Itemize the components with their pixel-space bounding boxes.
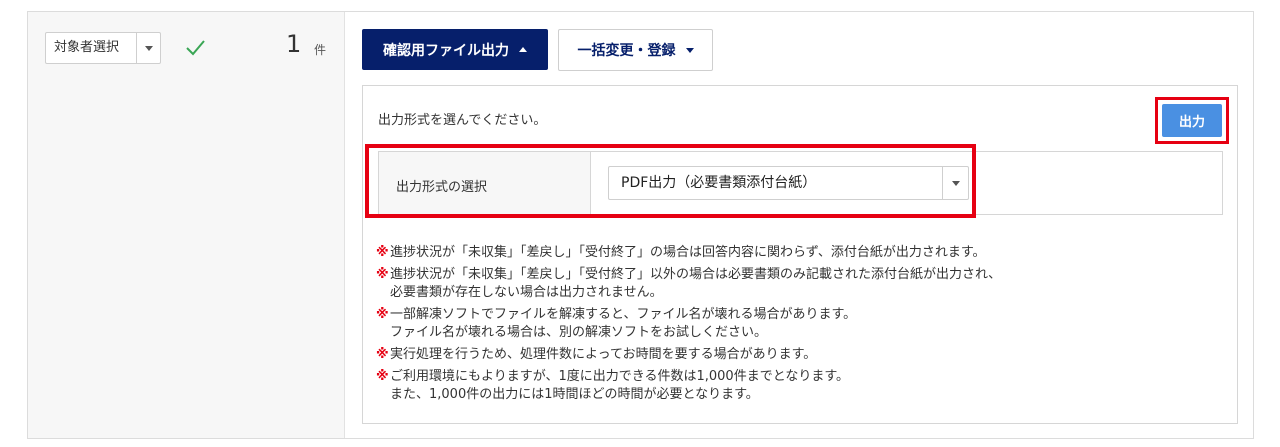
list-item: ※ 進捗状況が「未収集」「差戻し」「受付終了」の場合は回答内容に関わらず、添付台…: [376, 244, 1226, 262]
check-icon: [186, 40, 205, 56]
output-format-selected-value: PDF出力（必要書類添付台紙）: [621, 175, 817, 191]
target-row: 対象者選択 1 件 確認用ファイル出力 一括変更・登録 出力形式を選んでください…: [27, 11, 1254, 439]
note-text: 一部解凍ソフトでファイルを解凍すると、ファイル名が壊れる場合があります。 ファイ…: [390, 307, 857, 340]
output-format-select[interactable]: PDF出力（必要書類添付台紙）: [608, 166, 969, 200]
chevron-up-icon: [519, 47, 527, 52]
target-select-label: 対象者選択: [54, 40, 120, 55]
note-mark: ※: [376, 267, 389, 282]
note-text: 実行処理を行うため、処理件数によってお時間を要する場合があります。: [390, 347, 817, 362]
note-mark: ※: [376, 369, 389, 384]
output-format-panel: 出力形式を選んでください。 出力 出力形式の選択 PDF出力（必要書類添付台紙）…: [362, 85, 1238, 424]
chevron-down-icon: [942, 167, 968, 199]
bulk-change-register-label: 一括変更・登録: [577, 42, 676, 58]
note-mark: ※: [376, 307, 389, 322]
list-item: ※ 実行処理を行うため、処理件数によってお時間を要する場合があります。: [376, 346, 1226, 364]
chevron-down-icon: [685, 47, 694, 53]
list-item: ※ 進捗状況が「未収集」「差戻し」「受付終了」以外の場合は必要書類のみ記載された…: [376, 266, 1226, 302]
output-button[interactable]: 出力: [1162, 104, 1222, 137]
row-left-column: 対象者選択 1 件: [28, 12, 345, 438]
note-text: 進捗状況が「未収集」「差戻し」「受付終了」の場合は回答内容に関わらず、添付台紙が…: [390, 245, 986, 260]
confirm-file-output-label: 確認用ファイル出力: [383, 41, 509, 58]
note-text: ご利用環境にもよりますが、1度に出力できる件数は1,000件までとなります。 ま…: [390, 369, 850, 402]
panel-message: 出力形式を選んでください。: [378, 113, 547, 128]
bulk-change-register-button[interactable]: 一括変更・登録: [558, 29, 713, 71]
note-mark: ※: [376, 245, 389, 260]
notes-list: ※ 進捗状況が「未収集」「差戻し」「受付終了」の場合は回答内容に関わらず、添付台…: [376, 244, 1226, 408]
note-text: 進捗状況が「未収集」「差戻し」「受付終了」以外の場合は必要書類のみ記載された添付…: [390, 267, 1002, 300]
output-format-row: 出力形式の選択 PDF出力（必要書類添付台紙）: [365, 144, 1223, 218]
result-count-unit: 件: [314, 43, 327, 57]
output-format-label: 出力形式の選択: [396, 180, 488, 195]
target-select-dropdown[interactable]: 対象者選択: [45, 32, 161, 64]
output-format-label-cell: 出力形式の選択: [379, 152, 591, 214]
confirm-file-output-button[interactable]: 確認用ファイル出力: [362, 29, 548, 70]
note-mark: ※: [376, 347, 389, 362]
list-item: ※ 一部解凍ソフトでファイルを解凍すると、ファイル名が壊れる場合があります。 フ…: [376, 306, 1226, 342]
list-item: ※ ご利用環境にもよりますが、1度に出力できる件数は1,000件までとなります。…: [376, 368, 1226, 404]
result-count: 1: [286, 30, 302, 58]
chevron-down-icon: [136, 33, 160, 63]
output-button-highlight: 出力: [1155, 97, 1229, 144]
